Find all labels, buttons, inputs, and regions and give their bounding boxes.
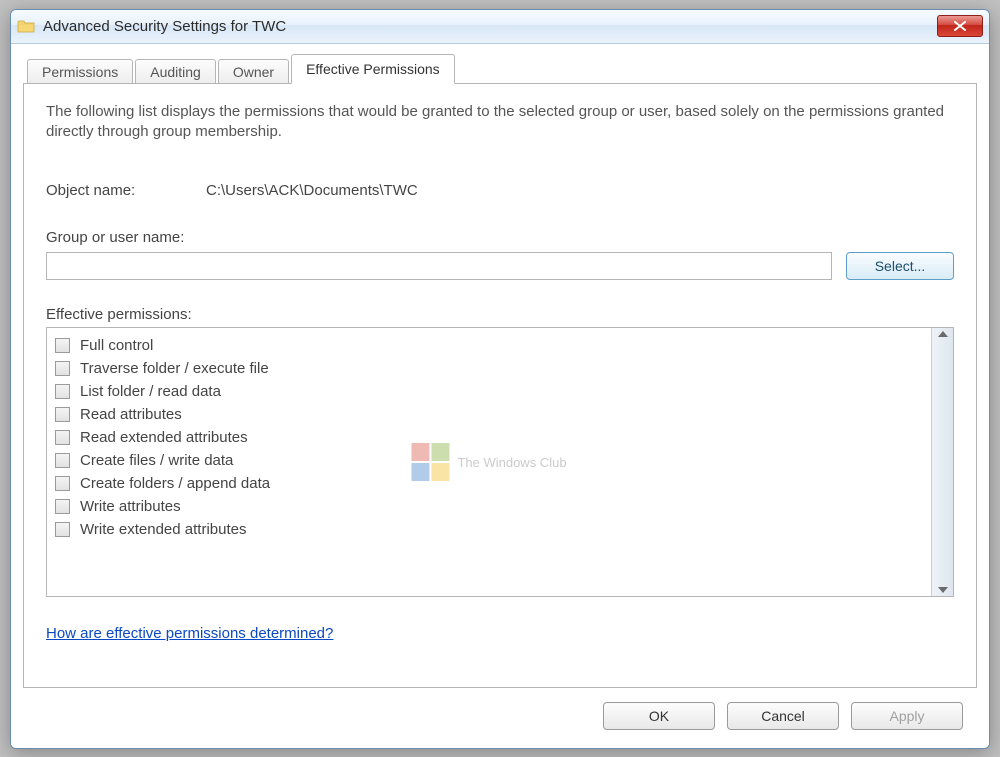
permission-label: Create folders / append data [80, 475, 270, 492]
client-area: Permissions Auditing Owner Effective Per… [11, 44, 989, 748]
apply-button: Apply [851, 702, 963, 730]
permission-row: Read extended attributes [55, 426, 923, 449]
folder-icon [17, 17, 35, 35]
group-user-input[interactable] [46, 252, 832, 280]
permission-row: Create files / write data [55, 449, 923, 472]
tabpanel-effective-permissions: The following list displays the permissi… [23, 83, 977, 688]
permission-row: Traverse folder / execute file [55, 357, 923, 380]
scroll-up-icon[interactable] [938, 331, 948, 337]
select-button[interactable]: Select... [846, 252, 954, 280]
listbox-scrollbar[interactable] [931, 328, 953, 596]
permission-label: Read attributes [80, 406, 182, 423]
close-icon [954, 21, 966, 31]
permission-checkbox [55, 407, 70, 422]
permission-label: Write attributes [80, 498, 181, 515]
object-name-label: Object name: [46, 182, 206, 199]
permission-checkbox [55, 522, 70, 537]
dialog-window: Advanced Security Settings for TWC Permi… [10, 9, 990, 749]
permission-checkbox [55, 453, 70, 468]
window-title: Advanced Security Settings for TWC [43, 18, 937, 35]
titlebar[interactable]: Advanced Security Settings for TWC [11, 10, 989, 44]
permissions-listbox[interactable]: The Windows Club Full controlTraverse fo… [46, 327, 954, 597]
permission-checkbox [55, 384, 70, 399]
help-link[interactable]: How are effective permissions determined… [46, 625, 333, 642]
permission-label: List folder / read data [80, 383, 221, 400]
permission-checkbox [55, 476, 70, 491]
tabstrip: Permissions Auditing Owner Effective Per… [23, 54, 977, 84]
permission-label: Create files / write data [80, 452, 233, 469]
tab-owner[interactable]: Owner [218, 59, 289, 85]
permission-row: Read attributes [55, 403, 923, 426]
description-text: The following list displays the permissi… [46, 102, 954, 143]
object-name-row: Object name: C:\Users\ACK\Documents\TWC [46, 182, 954, 199]
permission-row: Write extended attributes [55, 518, 923, 541]
permission-row: List folder / read data [55, 380, 923, 403]
permission-row: Full control [55, 334, 923, 357]
effective-permissions-label: Effective permissions: [46, 306, 954, 323]
close-button[interactable] [937, 15, 983, 37]
permission-checkbox [55, 499, 70, 514]
permission-label: Read extended attributes [80, 429, 248, 446]
permissions-listbox-content: The Windows Club Full controlTraverse fo… [47, 328, 931, 596]
scroll-down-icon[interactable] [938, 587, 948, 593]
object-name-value: C:\Users\ACK\Documents\TWC [206, 182, 418, 199]
permission-checkbox [55, 430, 70, 445]
permission-label: Traverse folder / execute file [80, 360, 269, 377]
tab-effective-permissions[interactable]: Effective Permissions [291, 54, 455, 84]
permission-row: Write attributes [55, 495, 923, 518]
tab-permissions[interactable]: Permissions [27, 59, 133, 85]
permission-checkbox [55, 338, 70, 353]
cancel-button[interactable]: Cancel [727, 702, 839, 730]
permission-checkbox [55, 361, 70, 376]
permission-row: Create folders / append data [55, 472, 923, 495]
tab-auditing[interactable]: Auditing [135, 59, 216, 85]
permission-label: Full control [80, 337, 153, 354]
permission-label: Write extended attributes [80, 521, 246, 538]
group-user-row: Select... [46, 252, 954, 280]
dialog-button-bar: OK Cancel Apply [23, 688, 977, 736]
ok-button[interactable]: OK [603, 702, 715, 730]
group-user-label: Group or user name: [46, 229, 954, 246]
